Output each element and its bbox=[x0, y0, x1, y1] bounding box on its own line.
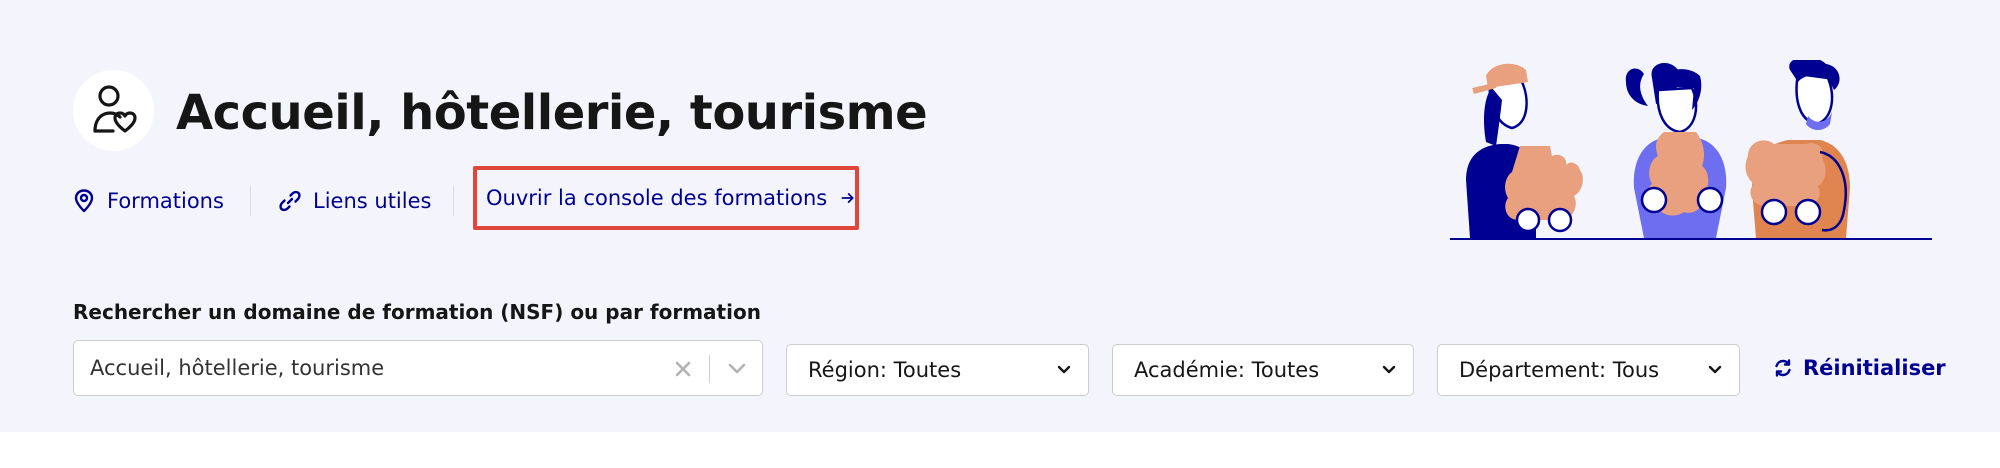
nav-liens-utiles-label: Liens utiles bbox=[313, 189, 432, 213]
chevron-down-icon bbox=[1382, 365, 1396, 374]
people-heart-icon bbox=[73, 70, 154, 151]
search-label: Rechercher un domaine de formation (NSF)… bbox=[73, 300, 761, 324]
nav-formations-label: Formations bbox=[107, 189, 224, 213]
departement-select[interactable]: Département: Tous bbox=[1437, 344, 1740, 396]
nav-liens-utiles-link[interactable]: Liens utiles bbox=[279, 180, 431, 222]
arrow-right-icon bbox=[841, 193, 854, 203]
reset-button[interactable]: Réinitialiser bbox=[1773, 356, 1946, 380]
academie-select[interactable]: Académie: Toutes bbox=[1112, 344, 1414, 396]
map-pin-icon bbox=[74, 189, 94, 213]
open-console-label: Ouvrir la console des formations bbox=[486, 186, 828, 210]
region-select-value: Région: Toutes bbox=[808, 358, 962, 382]
region-select[interactable]: Région: Toutes bbox=[786, 344, 1089, 396]
clear-icon[interactable] bbox=[668, 351, 698, 387]
reset-label: Réinitialiser bbox=[1803, 356, 1946, 380]
nav-divider bbox=[250, 186, 251, 216]
chevron-down-icon bbox=[1708, 365, 1722, 374]
page-title: Accueil, hôtellerie, tourisme bbox=[176, 85, 928, 141]
domain-search-value: Accueil, hôtellerie, tourisme bbox=[90, 356, 385, 380]
chevron-down-icon[interactable] bbox=[720, 351, 754, 387]
departement-select-value: Département: Tous bbox=[1459, 358, 1660, 382]
academie-select-value: Académie: Toutes bbox=[1134, 358, 1320, 382]
people-holding-puzzle-illustration bbox=[1450, 60, 1932, 240]
refresh-icon bbox=[1775, 359, 1791, 377]
nav-divider bbox=[453, 186, 454, 216]
hero-banner: Accueil, hôtellerie, tourisme Formations… bbox=[0, 0, 2000, 432]
chevron-down-icon bbox=[1057, 365, 1071, 374]
combo-divider bbox=[709, 355, 710, 383]
link-icon bbox=[279, 190, 301, 212]
nav-formations-link[interactable]: Formations bbox=[73, 180, 224, 222]
open-console-link[interactable]: Ouvrir la console des formations bbox=[473, 166, 859, 230]
domain-search-combobox[interactable]: Accueil, hôtellerie, tourisme bbox=[73, 340, 763, 396]
